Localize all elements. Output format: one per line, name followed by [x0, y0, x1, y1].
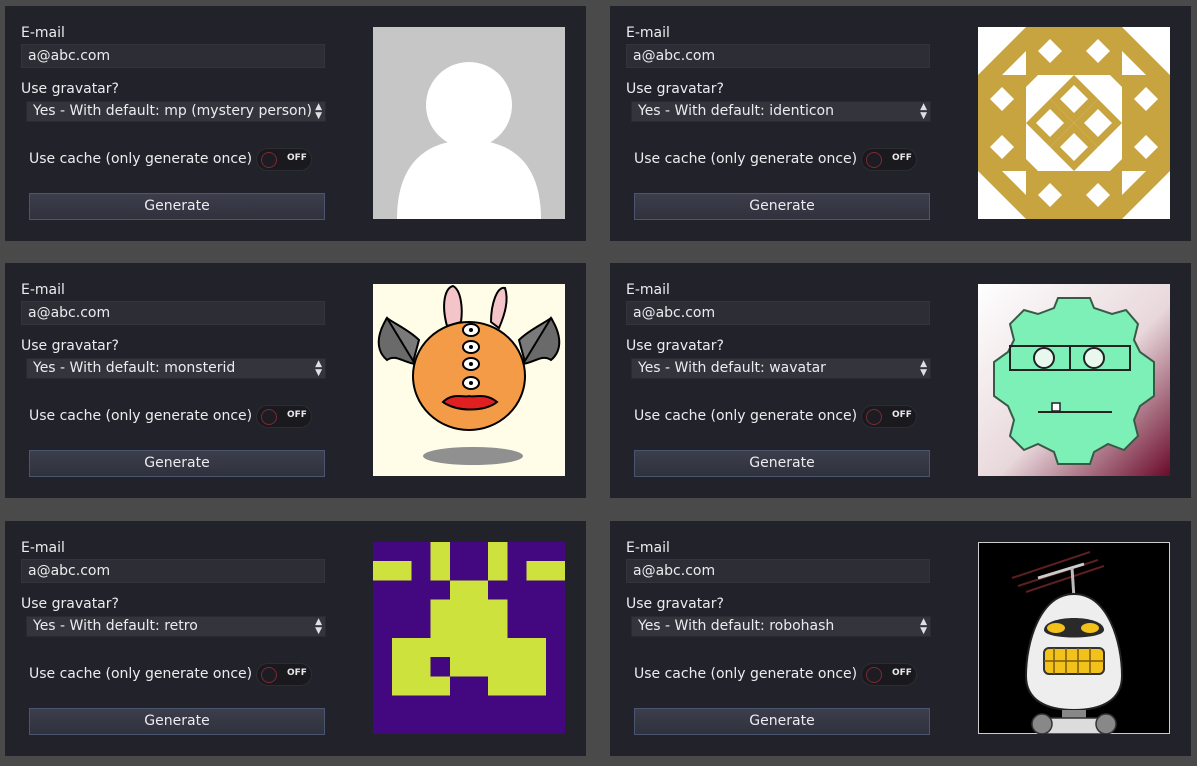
- toggle-knob: [261, 152, 277, 168]
- gravatar-label: Use gravatar?: [626, 81, 724, 97]
- toggle-state: OFF: [287, 153, 307, 163]
- select-arrows-icon: ▲ ▼: [920, 617, 927, 636]
- gravatar-panel-wavatar: E-mail a@abc.com Use gravatar? Yes - Wit…: [610, 263, 1191, 498]
- gravatar-panel-robohash: E-mail a@abc.com Use gravatar? Yes - Wit…: [610, 521, 1191, 756]
- toggle-knob: [261, 409, 277, 425]
- toggle-knob: [866, 152, 882, 168]
- email-input[interactable]: a@abc.com: [21, 44, 325, 68]
- gravatar-label: Use gravatar?: [21, 338, 119, 354]
- select-arrows-icon: ▲ ▼: [315, 359, 322, 378]
- gravatar-label: Use gravatar?: [626, 596, 724, 612]
- gravatar-select-value: Yes - With default: robohash: [638, 618, 835, 634]
- cache-label: Use cache (only generate once): [634, 666, 858, 682]
- cache-toggle[interactable]: OFF: [861, 148, 917, 171]
- cache-toggle[interactable]: OFF: [256, 663, 312, 686]
- gravatar-panel-retro: E-mail a@abc.com Use gravatar? Yes - Wit…: [5, 521, 586, 756]
- select-arrows-icon: ▲ ▼: [315, 617, 322, 636]
- avatar-image: [373, 542, 565, 734]
- email-input[interactable]: a@abc.com: [21, 559, 325, 583]
- generate-button[interactable]: Generate: [634, 450, 930, 477]
- gravatar-label: Use gravatar?: [626, 338, 724, 354]
- gravatar-select[interactable]: Yes - With default: mp (mystery person) …: [26, 101, 326, 122]
- email-input[interactable]: a@abc.com: [21, 301, 325, 325]
- email-label: E-mail: [21, 540, 65, 556]
- gravatar-panel-mp: E-mail a@abc.com Use gravatar? Yes - Wit…: [5, 6, 586, 241]
- email-label: E-mail: [626, 25, 670, 41]
- generate-button[interactable]: Generate: [634, 708, 930, 735]
- cache-toggle[interactable]: OFF: [256, 405, 312, 428]
- gravatar-select[interactable]: Yes - With default: identicon ▲ ▼: [631, 101, 931, 122]
- email-label: E-mail: [626, 282, 670, 298]
- gravatar-select-value: Yes - With default: retro: [33, 618, 198, 634]
- select-arrows-icon: ▲ ▼: [315, 102, 322, 121]
- toggle-state: OFF: [287, 668, 307, 678]
- email-input[interactable]: a@abc.com: [626, 301, 930, 325]
- avatar-image: [373, 27, 565, 219]
- cache-toggle[interactable]: OFF: [256, 148, 312, 171]
- generate-button[interactable]: Generate: [634, 193, 930, 220]
- gravatar-select[interactable]: Yes - With default: retro ▲ ▼: [26, 616, 326, 637]
- email-label: E-mail: [21, 25, 65, 41]
- toggle-knob: [866, 667, 882, 683]
- email-input[interactable]: a@abc.com: [626, 559, 930, 583]
- cache-label: Use cache (only generate once): [634, 151, 858, 167]
- gravatar-select[interactable]: Yes - With default: wavatar ▲ ▼: [631, 358, 931, 379]
- gravatar-select-value: Yes - With default: monsterid: [33, 360, 236, 376]
- gravatar-label: Use gravatar?: [21, 81, 119, 97]
- toggle-state: OFF: [892, 668, 912, 678]
- gravatar-panel-identicon: E-mail a@abc.com Use gravatar? Yes - Wit…: [610, 6, 1191, 241]
- gravatar-select-value: Yes - With default: mp (mystery person): [33, 103, 312, 119]
- gravatar-select-value: Yes - With default: wavatar: [638, 360, 826, 376]
- avatar-image: [373, 284, 565, 476]
- gravatar-select-value: Yes - With default: identicon: [638, 103, 834, 119]
- generate-button[interactable]: Generate: [29, 193, 325, 220]
- avatar-image: [978, 542, 1170, 734]
- avatar-image: [978, 284, 1170, 476]
- toggle-state: OFF: [892, 410, 912, 420]
- email-label: E-mail: [626, 540, 670, 556]
- toggle-knob: [261, 667, 277, 683]
- cache-label: Use cache (only generate once): [29, 151, 253, 167]
- cache-label: Use cache (only generate once): [29, 408, 253, 424]
- avatar-image: [978, 27, 1170, 219]
- generate-button[interactable]: Generate: [29, 450, 325, 477]
- select-arrows-icon: ▲ ▼: [920, 359, 927, 378]
- cache-label: Use cache (only generate once): [29, 666, 253, 682]
- email-input[interactable]: a@abc.com: [626, 44, 930, 68]
- gravatar-label: Use gravatar?: [21, 596, 119, 612]
- email-label: E-mail: [21, 282, 65, 298]
- toggle-knob: [866, 409, 882, 425]
- generate-button[interactable]: Generate: [29, 708, 325, 735]
- gravatar-select[interactable]: Yes - With default: monsterid ▲ ▼: [26, 358, 326, 379]
- gravatar-select[interactable]: Yes - With default: robohash ▲ ▼: [631, 616, 931, 637]
- toggle-state: OFF: [892, 153, 912, 163]
- cache-toggle[interactable]: OFF: [861, 405, 917, 428]
- cache-toggle[interactable]: OFF: [861, 663, 917, 686]
- toggle-state: OFF: [287, 410, 307, 420]
- select-arrows-icon: ▲ ▼: [920, 102, 927, 121]
- gravatar-panel-monsterid: E-mail a@abc.com Use gravatar? Yes - Wit…: [5, 263, 586, 498]
- cache-label: Use cache (only generate once): [634, 408, 858, 424]
